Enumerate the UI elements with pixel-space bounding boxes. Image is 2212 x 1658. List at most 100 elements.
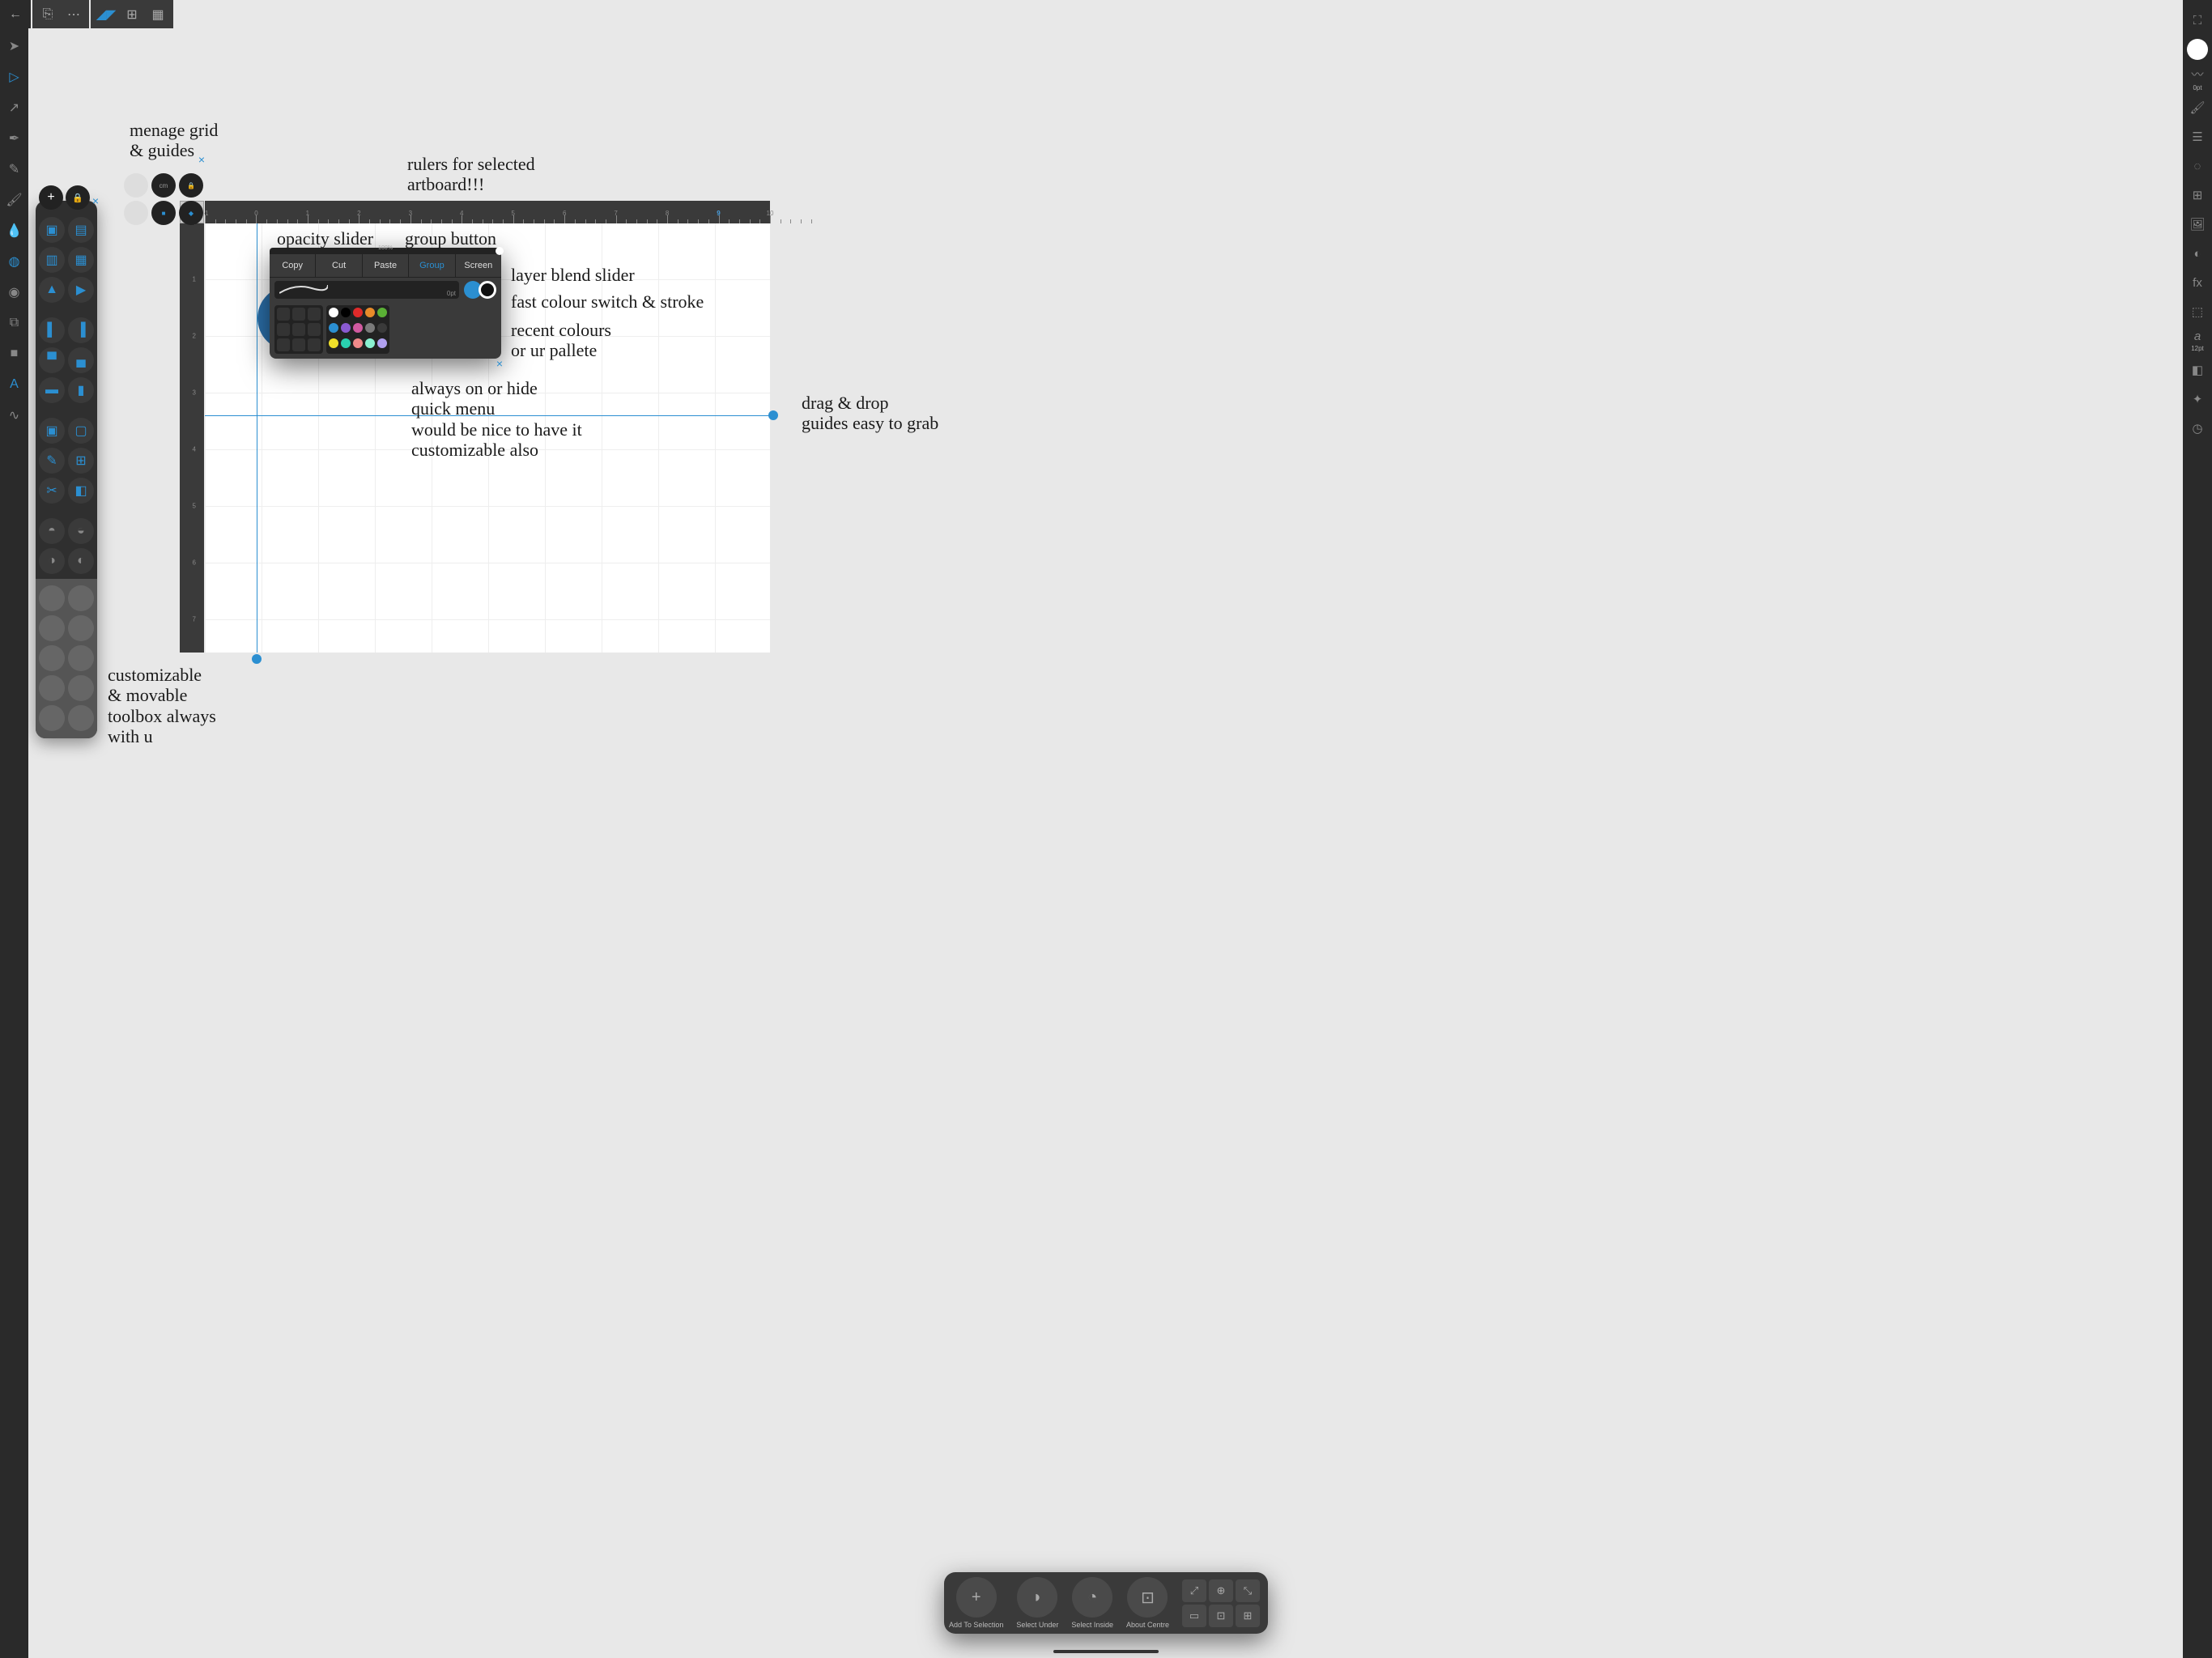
guide-horizontal[interactable] bbox=[205, 415, 770, 416]
toolbox-bring-front[interactable]: ▦ bbox=[68, 247, 94, 273]
toolbox-empty-slot[interactable] bbox=[68, 585, 94, 611]
node-tool[interactable]: ▷ bbox=[6, 69, 23, 85]
toolbox-lock-button[interactable]: 🔒 bbox=[66, 185, 90, 210]
toolbox-empty-slot[interactable] bbox=[68, 615, 94, 641]
add-to-selection-button[interactable]: + bbox=[956, 1577, 997, 1618]
palette-swatch[interactable] bbox=[341, 308, 351, 317]
toolbox-align-left[interactable]: ▌ bbox=[39, 317, 65, 343]
toolbox-close-icon[interactable]: × bbox=[92, 194, 99, 207]
select-under-button[interactable]: ◗ bbox=[1017, 1577, 1057, 1618]
palette-swatch[interactable] bbox=[329, 308, 338, 317]
fx-nav-icon[interactable]: ◐ bbox=[2187, 243, 2208, 264]
ruler-horizontal[interactable]: –1012345678910 bbox=[205, 201, 770, 223]
palette-swatch[interactable] bbox=[365, 338, 375, 348]
quick-item[interactable] bbox=[292, 308, 305, 321]
palette-swatch[interactable] bbox=[365, 323, 375, 333]
brush-tool[interactable]: 🖌 bbox=[6, 192, 23, 208]
toolbox-flip-v[interactable]: ▶ bbox=[68, 277, 94, 303]
quick-menu-group-button[interactable]: Group bbox=[409, 254, 455, 277]
toolbox-align-top[interactable]: ▀ bbox=[39, 347, 65, 373]
app-logo-icon[interactable]: ◢◤ bbox=[96, 4, 117, 25]
select-inside-button[interactable]: ◔ bbox=[1072, 1577, 1112, 1618]
opacity-slider-knob[interactable] bbox=[496, 247, 504, 255]
toolbox-bool-xor[interactable]: ◐ bbox=[68, 548, 94, 574]
quick-item[interactable] bbox=[277, 308, 290, 321]
palette-swatch[interactable] bbox=[329, 338, 338, 348]
toolbox-ungroup[interactable]: ▢ bbox=[68, 418, 94, 444]
grid-manager-units-button[interactable]: cm bbox=[151, 173, 176, 198]
palette-swatch[interactable] bbox=[365, 308, 375, 317]
palette-swatch[interactable] bbox=[377, 323, 387, 333]
quick-item[interactable] bbox=[277, 338, 290, 351]
toolbox-empty-slot[interactable] bbox=[39, 675, 65, 701]
fill-tool[interactable]: ◍ bbox=[6, 253, 23, 270]
anchor-grid-cell[interactable]: ⊕ bbox=[1209, 1579, 1233, 1602]
fx-icon[interactable]: fx bbox=[2187, 272, 2208, 293]
artboard-icon[interactable]: ▦ bbox=[147, 4, 168, 25]
toolbox-empty-slot[interactable] bbox=[68, 705, 94, 731]
grid-icon[interactable]: ⊞ bbox=[2187, 185, 2208, 206]
wand-tool[interactable]: ∿ bbox=[6, 407, 23, 423]
grid-manager-square-button[interactable]: ■ bbox=[151, 201, 176, 225]
toolbox-flip-h[interactable]: ▲ bbox=[39, 277, 65, 303]
grid-manager-slot[interactable] bbox=[124, 173, 148, 198]
quick-item[interactable] bbox=[308, 323, 321, 336]
toolbox-transform[interactable]: ⊞ bbox=[68, 448, 94, 474]
bounds-icon[interactable]: ⬚ bbox=[2187, 301, 2208, 322]
more-icon[interactable]: ⋯ bbox=[63, 4, 84, 25]
document-icon[interactable]: ⎘ bbox=[37, 4, 58, 25]
ruler-vertical[interactable]: 01234567 bbox=[180, 223, 204, 653]
palette-swatch[interactable] bbox=[353, 323, 363, 333]
pencil-tool[interactable]: ✎ bbox=[6, 161, 23, 177]
stroke-color-swatch[interactable] bbox=[479, 281, 496, 299]
toolbox-bool-int[interactable]: ◑ bbox=[39, 548, 65, 574]
toolbox-distribute-v[interactable]: ▮ bbox=[68, 377, 94, 403]
toolbox-cut[interactable]: ✂ bbox=[39, 478, 65, 504]
grid-manager-widget[interactable]: × cm 🔒 ■ ◆ bbox=[124, 173, 203, 225]
shape-tool[interactable]: ■ bbox=[6, 346, 23, 362]
quick-menu-copy-button[interactable]: Copy bbox=[270, 254, 316, 277]
toolbox-edit[interactable]: ✎ bbox=[39, 448, 65, 474]
quick-menu-screen-button[interactable]: Screen bbox=[456, 254, 501, 277]
selection-icon[interactable]: ◌ bbox=[2187, 155, 2208, 176]
move-tool[interactable]: ➤ bbox=[6, 38, 23, 54]
toolbox-send-back[interactable]: ▥ bbox=[39, 247, 65, 273]
dropper-tool[interactable]: 💧 bbox=[6, 223, 23, 239]
swatch-icon[interactable]: ◧ bbox=[2187, 359, 2208, 380]
toolbox-align-bottom[interactable]: ▄ bbox=[68, 347, 94, 373]
color-switch[interactable] bbox=[464, 281, 496, 299]
quick-menu-popup[interactable]: 100% CopyCutPasteGroupScreen 0pt × bbox=[270, 248, 501, 359]
toolbox-widget[interactable]: + 🔒 × ▣▤ ▥▦ ▲▶ ▌▐ ▀▄ ▬▮ ▣▢ ✎⊞ ✂◧ ◓◒ ◑◐ bbox=[36, 201, 97, 738]
color-circle[interactable] bbox=[2187, 39, 2208, 60]
quick-item[interactable] bbox=[292, 323, 305, 336]
quick-menu-paste-button[interactable]: Paste bbox=[363, 254, 409, 277]
quick-item[interactable] bbox=[277, 323, 290, 336]
palette-swatch[interactable] bbox=[353, 308, 363, 317]
anchor-grid-cell[interactable]: ⤡ bbox=[1236, 1579, 1260, 1602]
corner-tool[interactable]: ↗ bbox=[6, 100, 23, 116]
grid-manager-close-icon[interactable]: × bbox=[198, 153, 205, 166]
toolbox-bool-sub[interactable]: ◒ bbox=[68, 518, 94, 544]
toolbox-bool-add[interactable]: ◓ bbox=[39, 518, 65, 544]
opacity-slider[interactable]: 100% bbox=[270, 248, 501, 254]
palette-swatch[interactable] bbox=[329, 323, 338, 333]
history-icon[interactable]: ◷ bbox=[2187, 418, 2208, 439]
toolbox-empty-slot[interactable] bbox=[68, 675, 94, 701]
toolbox-align-front[interactable]: ▤ bbox=[68, 217, 94, 243]
palette-swatch[interactable] bbox=[341, 323, 351, 333]
toolbox-empty-slot[interactable] bbox=[68, 645, 94, 671]
back-icon[interactable]: ← bbox=[5, 4, 26, 25]
brush-icon[interactable]: 🖌 bbox=[2187, 97, 2208, 118]
quick-menu-close-icon[interactable]: × bbox=[496, 357, 503, 370]
toolbox-align-back[interactable]: ▣ bbox=[39, 217, 65, 243]
pen-tool[interactable]: ✒ bbox=[6, 130, 23, 147]
anchor-grid-cell[interactable]: ⊞ bbox=[1236, 1605, 1260, 1627]
stroke-curve-icon[interactable]: 〰0pt bbox=[2187, 68, 2208, 89]
toolbox-empty-slot[interactable] bbox=[39, 705, 65, 731]
toolbox-empty-slot[interactable] bbox=[39, 645, 65, 671]
fullscreen-icon[interactable]: ⛶ bbox=[2187, 10, 2208, 31]
palette-swatch[interactable] bbox=[341, 338, 351, 348]
toolbox-paste[interactable]: ◧ bbox=[68, 478, 94, 504]
text-tool[interactable]: A bbox=[6, 376, 23, 393]
quick-menu-cut-button[interactable]: Cut bbox=[316, 254, 362, 277]
